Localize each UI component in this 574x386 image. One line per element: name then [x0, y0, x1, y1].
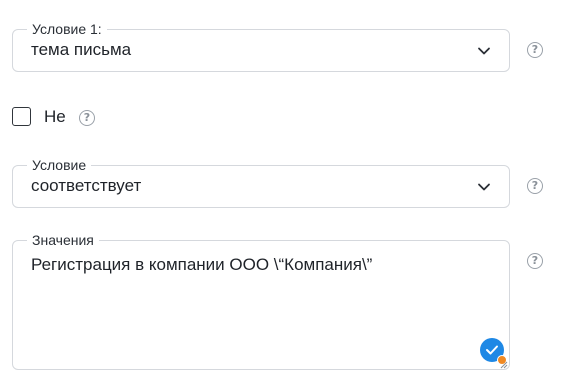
- help-icon[interactable]: ?: [527, 178, 543, 194]
- help-icon[interactable]: ?: [79, 110, 95, 126]
- chevron-down-icon[interactable]: [477, 44, 491, 58]
- condition1-label: Условие 1:: [27, 21, 107, 37]
- values-label: Значения: [27, 232, 99, 248]
- chevron-down-icon[interactable]: [477, 180, 491, 194]
- help-icon[interactable]: ?: [527, 253, 543, 269]
- condition-value: соответствует: [31, 176, 142, 195]
- condition1-select[interactable]: Условие 1: тема письма: [12, 21, 510, 72]
- values-textarea[interactable]: Значения Регистрация в компании ООО \“Ко…: [12, 232, 510, 370]
- negation-checkbox[interactable]: [12, 107, 31, 126]
- help-icon[interactable]: ?: [527, 42, 543, 58]
- condition1-value: тема письма: [31, 40, 132, 59]
- condition-label: Условие: [27, 157, 92, 173]
- resize-handle-icon[interactable]: [500, 361, 508, 369]
- negation-label: Не: [44, 107, 66, 126]
- values-text: Регистрация в компании ООО \“Компания\”: [31, 255, 373, 274]
- condition-select[interactable]: Условие соответствует: [12, 157, 510, 208]
